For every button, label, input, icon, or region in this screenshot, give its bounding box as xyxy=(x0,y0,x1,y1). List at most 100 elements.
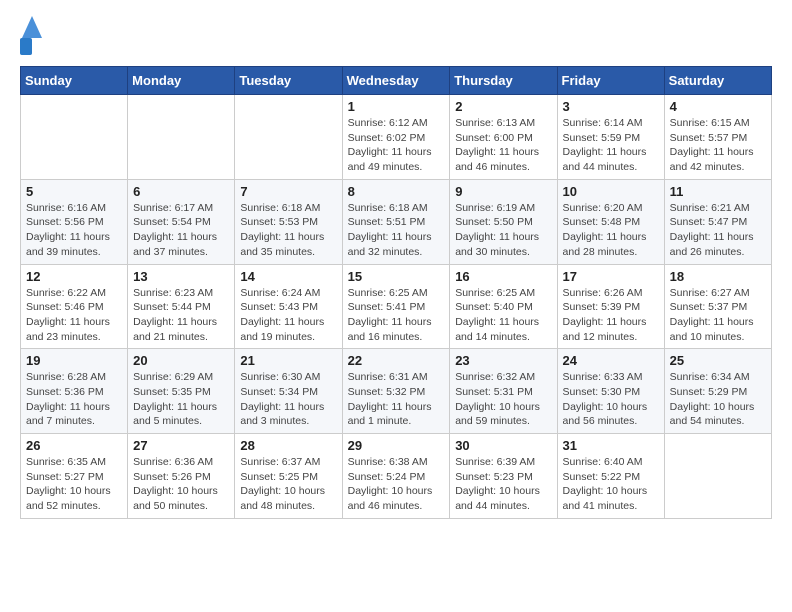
calendar-cell: 16 Sunrise: 6:25 AM Sunset: 5:40 PM Dayli… xyxy=(450,264,557,349)
calendar-cell: 4 Sunrise: 6:15 AM Sunset: 5:57 PM Daylig… xyxy=(664,95,771,180)
day-number: 28 xyxy=(240,438,336,453)
day-number: 27 xyxy=(133,438,229,453)
calendar-cell: 24 Sunrise: 6:33 AM Sunset: 5:30 PM Dayli… xyxy=(557,349,664,434)
calendar-cell: 3Sunrise: 6:14 AM Sunset: 5:59 PM Daylig… xyxy=(557,95,664,180)
day-info: Sunrise: 6:14 AM Sunset: 5:59 PM Dayligh… xyxy=(563,116,659,175)
day-info: Sunrise: 6:35 AM Sunset: 5:27 PM Dayligh… xyxy=(26,455,122,514)
day-info: Sunrise: 6:38 AM Sunset: 5:24 PM Dayligh… xyxy=(348,455,445,514)
calendar-header-row: SundayMondayTuesdayWednesdayThursdayFrid… xyxy=(21,67,772,95)
day-info: Sunrise: 6:23 AM Sunset: 5:44 PM Dayligh… xyxy=(133,286,229,345)
calendar-cell: 12 Sunrise: 6:22 AM Sunset: 5:46 PM Dayli… xyxy=(21,264,128,349)
calendar-cell: 9 Sunrise: 6:19 AM Sunset: 5:50 PM Daylig… xyxy=(450,179,557,264)
calendar-week-5: 26Sunrise: 6:35 AM Sunset: 5:27 PM Dayli… xyxy=(21,434,772,519)
day-number: 19 xyxy=(26,353,122,368)
day-number: 4 xyxy=(670,99,766,114)
calendar-cell xyxy=(21,95,128,180)
day-number: 5 xyxy=(26,184,122,199)
day-info: Sunrise: 6:15 AM Sunset: 5:57 PM Dayligh… xyxy=(670,116,766,175)
calendar-cell: 23Sunrise: 6:32 AM Sunset: 5:31 PM Dayli… xyxy=(450,349,557,434)
calendar-cell: 5 Sunrise: 6:16 AM Sunset: 5:56 PM Daylig… xyxy=(21,179,128,264)
day-info: Sunrise: 6:12 AM Sunset: 6:02 PM Dayligh… xyxy=(348,116,445,175)
calendar-cell: 22 Sunrise: 6:31 AM Sunset: 5:32 PM Dayli… xyxy=(342,349,450,434)
day-number: 6 xyxy=(133,184,229,199)
day-info: Sunrise: 6:25 AM Sunset: 5:40 PM Dayligh… xyxy=(455,286,551,345)
col-header-tuesday: Tuesday xyxy=(235,67,342,95)
day-info: Sunrise: 6:40 AM Sunset: 5:22 PM Dayligh… xyxy=(563,455,659,514)
calendar-table: SundayMondayTuesdayWednesdayThursdayFrid… xyxy=(20,66,772,519)
calendar-cell: 2 Sunrise: 6:13 AM Sunset: 6:00 PM Daylig… xyxy=(450,95,557,180)
calendar-cell xyxy=(664,434,771,519)
calendar-cell: 19 Sunrise: 6:28 AM Sunset: 5:36 PM Dayli… xyxy=(21,349,128,434)
calendar-cell: 7 Sunrise: 6:18 AM Sunset: 5:53 PM Daylig… xyxy=(235,179,342,264)
logo-blue xyxy=(20,38,32,55)
day-number: 16 xyxy=(455,269,551,284)
day-info: Sunrise: 6:31 AM Sunset: 5:32 PM Dayligh… xyxy=(348,370,445,429)
day-info: Sunrise: 6:17 AM Sunset: 5:54 PM Dayligh… xyxy=(133,201,229,260)
day-info: Sunrise: 6:28 AM Sunset: 5:36 PM Dayligh… xyxy=(26,370,122,429)
day-info: Sunrise: 6:18 AM Sunset: 5:53 PM Dayligh… xyxy=(240,201,336,260)
day-number: 22 xyxy=(348,353,445,368)
day-info: Sunrise: 6:26 AM Sunset: 5:39 PM Dayligh… xyxy=(563,286,659,345)
day-number: 31 xyxy=(563,438,659,453)
day-number: 20 xyxy=(133,353,229,368)
col-header-monday: Monday xyxy=(128,67,235,95)
day-number: 25 xyxy=(670,353,766,368)
day-info: Sunrise: 6:36 AM Sunset: 5:26 PM Dayligh… xyxy=(133,455,229,514)
calendar-cell: 17 Sunrise: 6:26 AM Sunset: 5:39 PM Dayli… xyxy=(557,264,664,349)
day-number: 30 xyxy=(455,438,551,453)
day-number: 8 xyxy=(348,184,445,199)
day-info: Sunrise: 6:33 AM Sunset: 5:30 PM Dayligh… xyxy=(563,370,659,429)
calendar-cell: 20Sunrise: 6:29 AM Sunset: 5:35 PM Dayli… xyxy=(128,349,235,434)
day-info: Sunrise: 6:22 AM Sunset: 5:46 PM Dayligh… xyxy=(26,286,122,345)
logo xyxy=(20,20,42,56)
day-info: Sunrise: 6:20 AM Sunset: 5:48 PM Dayligh… xyxy=(563,201,659,260)
calendar-cell: 1Sunrise: 6:12 AM Sunset: 6:02 PM Daylig… xyxy=(342,95,450,180)
day-number: 21 xyxy=(240,353,336,368)
calendar-cell xyxy=(128,95,235,180)
day-number: 24 xyxy=(563,353,659,368)
day-number: 2 xyxy=(455,99,551,114)
calendar-cell: 28 Sunrise: 6:37 AM Sunset: 5:25 PM Dayli… xyxy=(235,434,342,519)
day-info: Sunrise: 6:34 AM Sunset: 5:29 PM Dayligh… xyxy=(670,370,766,429)
day-number: 7 xyxy=(240,184,336,199)
calendar-cell: 27 Sunrise: 6:36 AM Sunset: 5:26 PM Dayli… xyxy=(128,434,235,519)
col-header-friday: Friday xyxy=(557,67,664,95)
day-info: Sunrise: 6:37 AM Sunset: 5:25 PM Dayligh… xyxy=(240,455,336,514)
calendar-cell: 6 Sunrise: 6:17 AM Sunset: 5:54 PM Daylig… xyxy=(128,179,235,264)
day-number: 9 xyxy=(455,184,551,199)
day-number: 13 xyxy=(133,269,229,284)
calendar-cell: 14 Sunrise: 6:24 AM Sunset: 5:43 PM Dayli… xyxy=(235,264,342,349)
calendar-cell: 10Sunrise: 6:20 AM Sunset: 5:48 PM Dayli… xyxy=(557,179,664,264)
calendar-cell: 18Sunrise: 6:27 AM Sunset: 5:37 PM Dayli… xyxy=(664,264,771,349)
day-info: Sunrise: 6:39 AM Sunset: 5:23 PM Dayligh… xyxy=(455,455,551,514)
day-info: Sunrise: 6:18 AM Sunset: 5:51 PM Dayligh… xyxy=(348,201,445,260)
calendar-cell: 21 Sunrise: 6:30 AM Sunset: 5:34 PM Dayli… xyxy=(235,349,342,434)
col-header-thursday: Thursday xyxy=(450,67,557,95)
day-number: 12 xyxy=(26,269,122,284)
calendar-cell: 25 Sunrise: 6:34 AM Sunset: 5:29 PM Dayli… xyxy=(664,349,771,434)
col-header-saturday: Saturday xyxy=(664,67,771,95)
day-info: Sunrise: 6:13 AM Sunset: 6:00 PM Dayligh… xyxy=(455,116,551,175)
day-number: 14 xyxy=(240,269,336,284)
day-info: Sunrise: 6:21 AM Sunset: 5:47 PM Dayligh… xyxy=(670,201,766,260)
calendar-cell: 26Sunrise: 6:35 AM Sunset: 5:27 PM Dayli… xyxy=(21,434,128,519)
logo-icon xyxy=(22,16,42,38)
calendar-week-3: 12 Sunrise: 6:22 AM Sunset: 5:46 PM Dayli… xyxy=(21,264,772,349)
day-info: Sunrise: 6:30 AM Sunset: 5:34 PM Dayligh… xyxy=(240,370,336,429)
calendar-week-4: 19 Sunrise: 6:28 AM Sunset: 5:36 PM Dayli… xyxy=(21,349,772,434)
day-number: 11 xyxy=(670,184,766,199)
calendar-cell: 8 Sunrise: 6:18 AM Sunset: 5:51 PM Daylig… xyxy=(342,179,450,264)
day-info: Sunrise: 6:19 AM Sunset: 5:50 PM Dayligh… xyxy=(455,201,551,260)
day-number: 29 xyxy=(348,438,445,453)
page-header xyxy=(20,20,772,56)
day-number: 17 xyxy=(563,269,659,284)
day-info: Sunrise: 6:32 AM Sunset: 5:31 PM Dayligh… xyxy=(455,370,551,429)
day-number: 15 xyxy=(348,269,445,284)
calendar-cell xyxy=(235,95,342,180)
calendar-week-2: 5 Sunrise: 6:16 AM Sunset: 5:56 PM Daylig… xyxy=(21,179,772,264)
calendar-cell: 29 Sunrise: 6:38 AM Sunset: 5:24 PM Dayli… xyxy=(342,434,450,519)
day-info: Sunrise: 6:16 AM Sunset: 5:56 PM Dayligh… xyxy=(26,201,122,260)
calendar-week-1: 1Sunrise: 6:12 AM Sunset: 6:02 PM Daylig… xyxy=(21,95,772,180)
calendar-cell: 31 Sunrise: 6:40 AM Sunset: 5:22 PM Dayli… xyxy=(557,434,664,519)
day-info: Sunrise: 6:24 AM Sunset: 5:43 PM Dayligh… xyxy=(240,286,336,345)
